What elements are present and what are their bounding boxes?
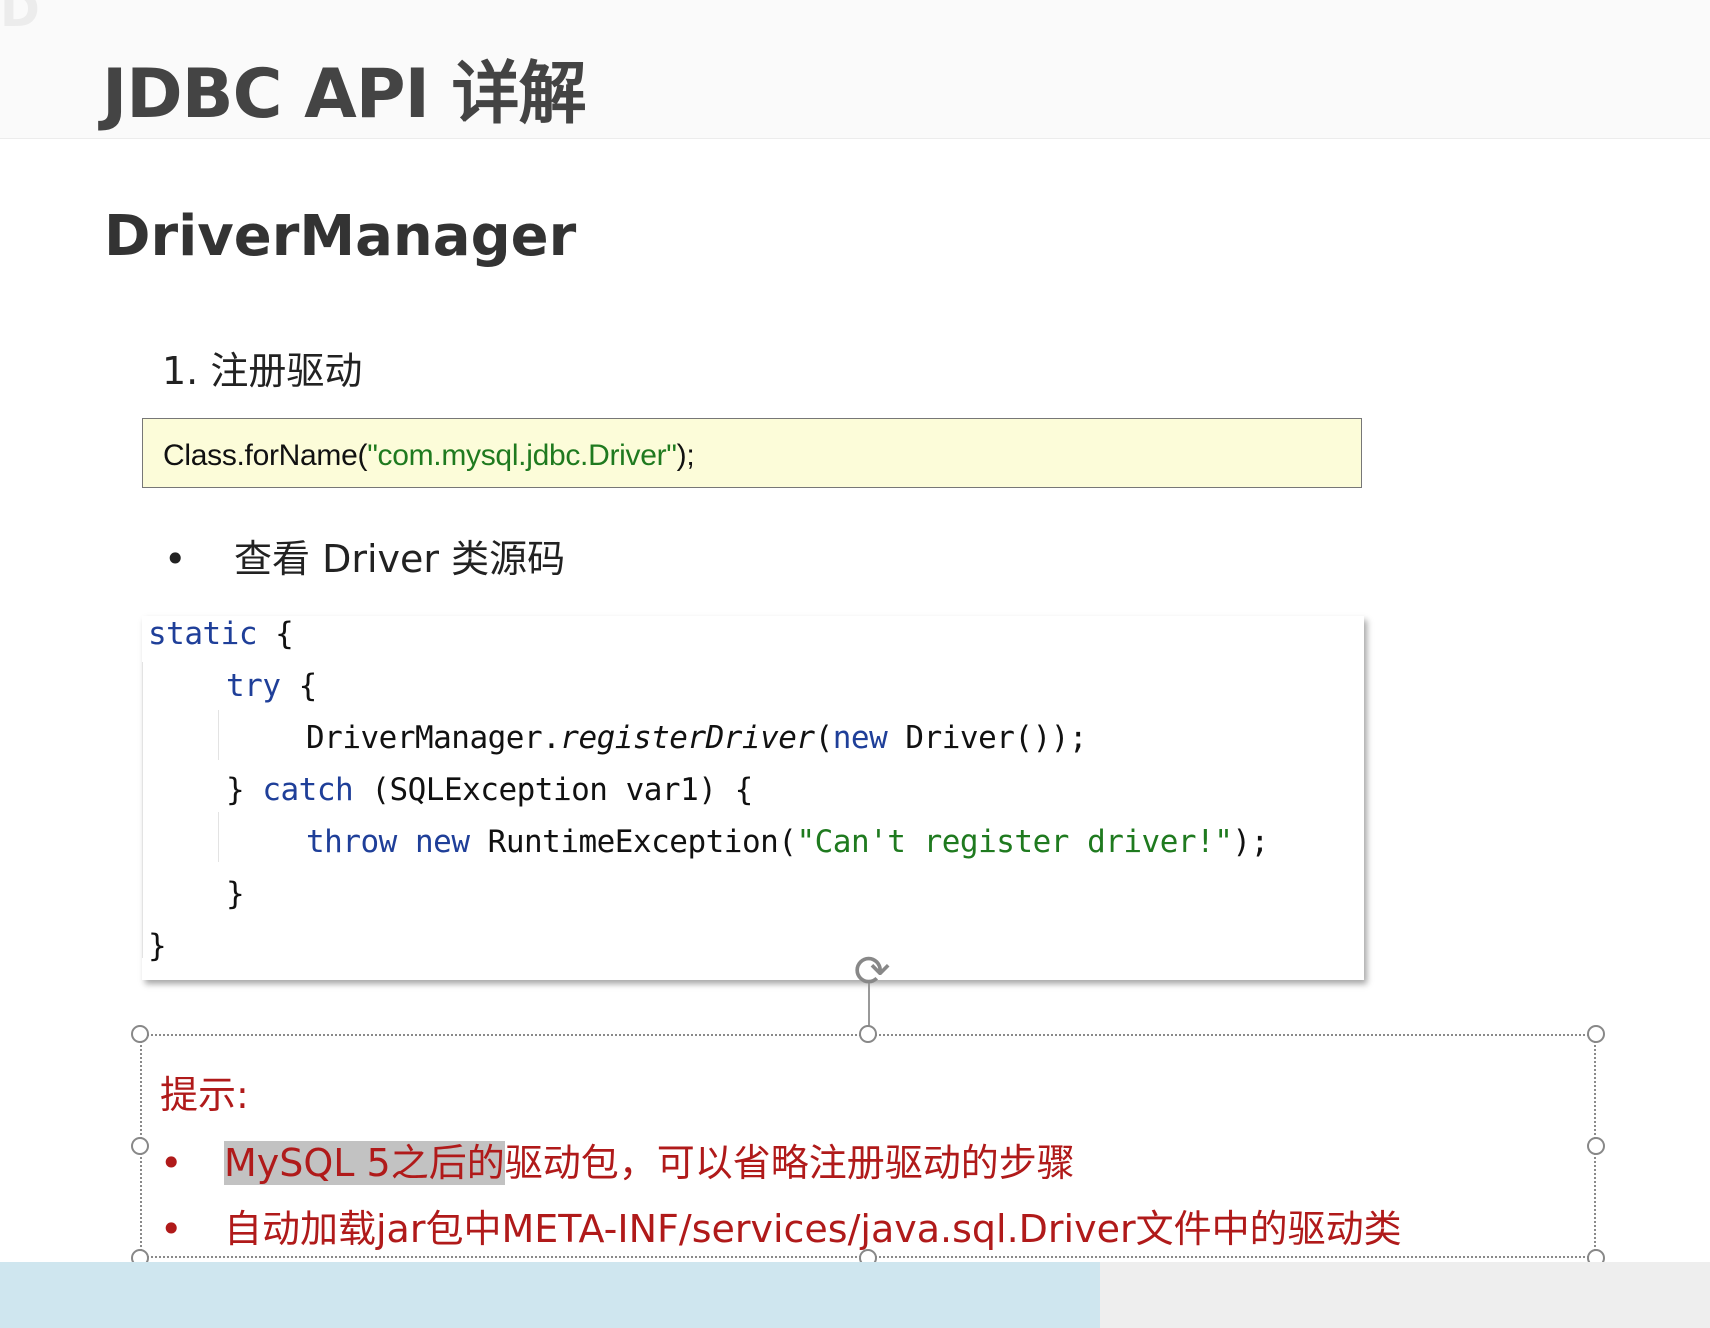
bullet-dot: • xyxy=(164,537,187,581)
title-bar: D JDBC API 详解 xyxy=(0,0,1710,139)
code-line: try { xyxy=(226,668,317,704)
code-line: static { xyxy=(148,616,294,652)
code-line: } xyxy=(226,876,245,912)
bullet-view-source: • 查看 Driver 类源码 xyxy=(164,528,565,583)
register-code: Class.forName("com.mysql.jdbc.Driver"); xyxy=(163,439,695,472)
code-line: DriverManager.registerDriver(new Driver(… xyxy=(306,720,1088,756)
resize-handle-right[interactable] xyxy=(1587,1137,1605,1155)
tip-item: • MySQL 5之后的驱动包，可以省略注册驱动的步骤 xyxy=(160,1141,1075,1185)
page-title: JDBC API 详解 xyxy=(102,55,587,134)
bullet-text: 查看 Driver 类源码 xyxy=(234,537,566,581)
tip-title: 提示: xyxy=(160,1073,249,1117)
background-decoration xyxy=(0,1262,1100,1328)
resize-handle-left[interactable] xyxy=(131,1137,149,1155)
resize-handle-top-left[interactable] xyxy=(131,1025,149,1043)
indent-guide xyxy=(142,662,143,958)
resize-handle-top[interactable] xyxy=(859,1025,877,1043)
indent-guide xyxy=(218,812,219,862)
selected-text[interactable]: MySQL 5之后的 xyxy=(224,1141,505,1185)
bullet-dot: • xyxy=(160,1141,183,1185)
code-line: } catch (SQLException var1) { xyxy=(226,772,753,808)
step-heading: 1. 注册驱动 xyxy=(162,349,363,393)
resize-handle-top-right[interactable] xyxy=(1587,1025,1605,1043)
section-title: DriverManager xyxy=(104,204,577,269)
watermark-logo: D xyxy=(0,0,40,38)
rotate-handle-icon[interactable]: ⟳ xyxy=(848,948,896,996)
bullet-dot: • xyxy=(160,1207,183,1251)
register-code-box[interactable]: Class.forName("com.mysql.jdbc.Driver"); xyxy=(142,418,1362,488)
driver-source-image[interactable]: static { try { DriverManager.registerDri… xyxy=(142,616,1364,980)
indent-guide xyxy=(218,710,219,760)
tip-item: • 自动加载jar包中META-INF/services/java.sql.Dri… xyxy=(160,1207,1402,1251)
background-decoration xyxy=(1100,1262,1710,1328)
code-line: } xyxy=(148,928,167,964)
code-line: throw new RuntimeException("Can't regist… xyxy=(306,824,1269,860)
